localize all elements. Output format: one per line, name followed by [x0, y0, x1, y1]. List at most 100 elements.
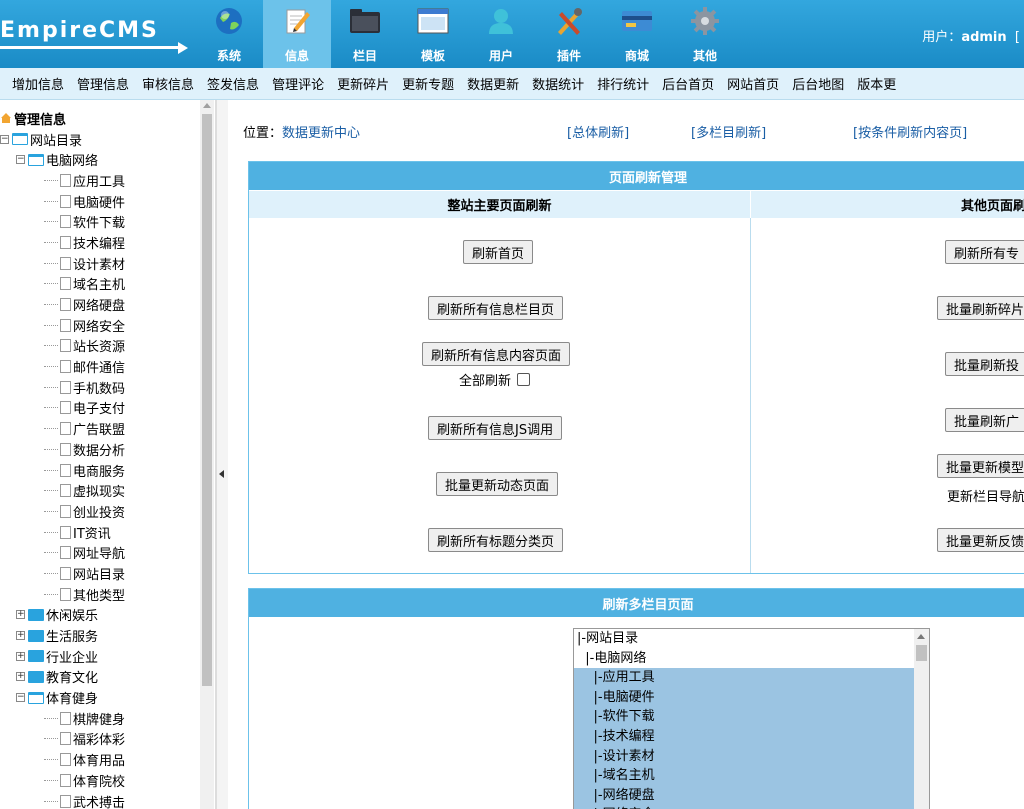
submenu-update-topics[interactable]: 更新专题	[402, 74, 454, 93]
full-refresh-checkbox[interactable]	[517, 373, 531, 386]
list-option[interactable]: |-电脑硬件	[574, 687, 929, 708]
list-option[interactable]: |-网络安全	[574, 805, 929, 809]
tree-item[interactable]: 软件下载	[0, 211, 200, 232]
nav-other[interactable]: 其他	[671, 0, 739, 68]
tree-item[interactable]: 福彩体彩	[0, 729, 200, 750]
batch-refresh-ads-button[interactable]: 批量刷新广	[945, 408, 1024, 432]
submenu-site-home[interactable]: 网站首页	[727, 74, 779, 93]
collapse-icon[interactable]: −	[16, 693, 25, 703]
expand-icon[interactable]: +	[16, 610, 25, 620]
nav-template[interactable]: 模板	[399, 0, 467, 68]
tree-item[interactable]: 虚拟现实	[0, 480, 200, 501]
refresh-all-topics-button[interactable]: 刷新所有专	[945, 240, 1024, 264]
submenu-data-update[interactable]: 数据更新	[467, 74, 519, 93]
sidebar-scroll-thumb[interactable]	[202, 114, 212, 686]
nav-user[interactable]: 用户	[467, 0, 535, 68]
batch-refresh-fragments-button[interactable]: 批量刷新碎片	[937, 296, 1024, 320]
submenu-admin-home[interactable]: 后台首页	[662, 74, 714, 93]
submenu-add-info[interactable]: 增加信息	[12, 74, 64, 93]
tree-item[interactable]: 站长资源	[0, 336, 200, 357]
list-option[interactable]: |-设计素材	[574, 746, 929, 767]
tree-item[interactable]: 网站目录	[0, 563, 200, 584]
sidebar-splitter[interactable]	[216, 100, 228, 809]
tree-item[interactable]: 网络硬盘	[0, 294, 200, 315]
tree-item[interactable]: 创业投资	[0, 501, 200, 522]
submenu-update-fragments[interactable]: 更新碎片	[337, 74, 389, 93]
link-conditional-refresh[interactable]: [按条件刷新内容页]	[853, 122, 967, 141]
full-refresh-row: 全部刷新	[459, 370, 531, 389]
tree-item[interactable]: 体育院校	[0, 770, 200, 791]
submenu-manage-comments[interactable]: 管理评论	[272, 74, 324, 93]
batch-refresh-votes-button[interactable]: 批量刷新投	[945, 352, 1024, 376]
nav-plugin[interactable]: 插件	[535, 0, 603, 68]
submenu-ranking-stats[interactable]: 排行统计	[597, 74, 649, 93]
list-option[interactable]: |-软件下载	[574, 707, 929, 727]
tree-item[interactable]: 广告联盟	[0, 418, 200, 439]
tree-item[interactable]: 武术搏击	[0, 791, 200, 809]
submenu-version-update[interactable]: 版本更	[857, 74, 896, 93]
tree-item[interactable]: 数据分析	[0, 439, 200, 460]
tree-item[interactable]: 邮件通信	[0, 356, 200, 377]
submenu-manage-info[interactable]: 管理信息	[77, 74, 129, 93]
tree-group-sports[interactable]: − 体育健身	[0, 687, 200, 708]
tree-group-computer[interactable]: − 电脑网络	[0, 149, 200, 170]
refresh-all-content-pages-button[interactable]: 刷新所有信息内容页面	[422, 342, 571, 366]
collapse-icon[interactable]: −	[16, 155, 25, 165]
location-link[interactable]: 数据更新中心	[282, 126, 360, 141]
collapse-left-icon[interactable]	[219, 470, 224, 478]
tree-group[interactable]: + 行业企业	[0, 646, 200, 667]
tree-item[interactable]: 网址导航	[0, 542, 200, 563]
tree-item[interactable]: 技术编程	[0, 232, 200, 253]
link-overall-refresh[interactable]: [总体刷新]	[567, 122, 629, 141]
batch-update-dynamic-button[interactable]: 批量更新动态页面	[436, 472, 559, 496]
list-option[interactable]: |-网络硬盘	[574, 785, 929, 806]
tree-item[interactable]: IT资讯	[0, 522, 200, 543]
tree-item[interactable]: 电脑硬件	[0, 191, 200, 212]
tree-item[interactable]: 网络安全	[0, 315, 200, 336]
tree-item[interactable]: 电商服务	[0, 460, 200, 481]
expand-icon[interactable]: +	[16, 651, 25, 661]
nav-system[interactable]: 系统	[195, 0, 263, 68]
refresh-all-js-button[interactable]: 刷新所有信息JS调用	[428, 416, 563, 440]
scroll-up-icon[interactable]	[917, 634, 925, 639]
refresh-title-category-button[interactable]: 刷新所有标题分类页	[428, 528, 564, 552]
link-multi-column-refresh[interactable]: [多栏目刷新]	[691, 122, 766, 141]
scroll-up-icon[interactable]	[203, 103, 211, 108]
tree-item[interactable]: 体育用品	[0, 749, 200, 770]
refresh-all-column-pages-button[interactable]: 刷新所有信息栏目页	[428, 296, 564, 320]
list-option[interactable]: |-网站目录	[574, 629, 929, 649]
tree-item[interactable]: 棋牌健身	[0, 708, 200, 729]
tree-item[interactable]: 电子支付	[0, 398, 200, 419]
tree-item[interactable]: 域名主机	[0, 274, 200, 295]
list-option[interactable]: |-应用工具	[574, 668, 929, 688]
list-option[interactable]: |-域名主机	[574, 766, 929, 786]
column-select-list[interactable]: |-网站目录 |-电脑网络 |-应用工具 |-电脑硬件 |-软件下载 |-技术编…	[573, 628, 930, 809]
submenu-data-stats[interactable]: 数据统计	[532, 74, 584, 93]
tree-item-label: 数据分析	[73, 443, 126, 459]
submenu-admin-map[interactable]: 后台地图	[792, 74, 844, 93]
submenu-review-info[interactable]: 审核信息	[142, 74, 194, 93]
nav-column[interactable]: 栏目	[331, 0, 399, 68]
nav-shop[interactable]: 商城	[603, 0, 671, 68]
list-option[interactable]: |-技术编程	[574, 726, 929, 747]
list-scroll-thumb[interactable]	[916, 645, 927, 661]
tree-group[interactable]: + 生活服务	[0, 625, 200, 646]
batch-update-feedback-button[interactable]: 批量更新反馈	[937, 528, 1024, 552]
submenu-sign-info[interactable]: 签发信息	[207, 74, 259, 93]
tree-item[interactable]: 设计素材	[0, 253, 200, 274]
nav-info[interactable]: 信息	[263, 0, 331, 68]
tree-group[interactable]: + 休闲娱乐	[0, 605, 200, 626]
tree-item[interactable]: 手机数码	[0, 377, 200, 398]
batch-update-models-button[interactable]: 批量更新模型	[937, 454, 1024, 478]
user-name[interactable]: admin	[961, 30, 1006, 45]
collapse-icon[interactable]: −	[0, 134, 9, 144]
tree-item[interactable]: 应用工具	[0, 170, 200, 191]
expand-icon[interactable]: +	[16, 672, 25, 682]
tree-item[interactable]: 其他类型	[0, 584, 200, 605]
refresh-home-button[interactable]: 刷新首页	[463, 240, 534, 264]
tree-item-label: 体育用品	[73, 754, 126, 770]
expand-icon[interactable]: +	[16, 631, 25, 641]
tree-group[interactable]: + 教育文化	[0, 667, 200, 688]
tree-root[interactable]: − 网站目录	[0, 129, 200, 150]
list-option[interactable]: |-电脑网络	[574, 649, 929, 669]
